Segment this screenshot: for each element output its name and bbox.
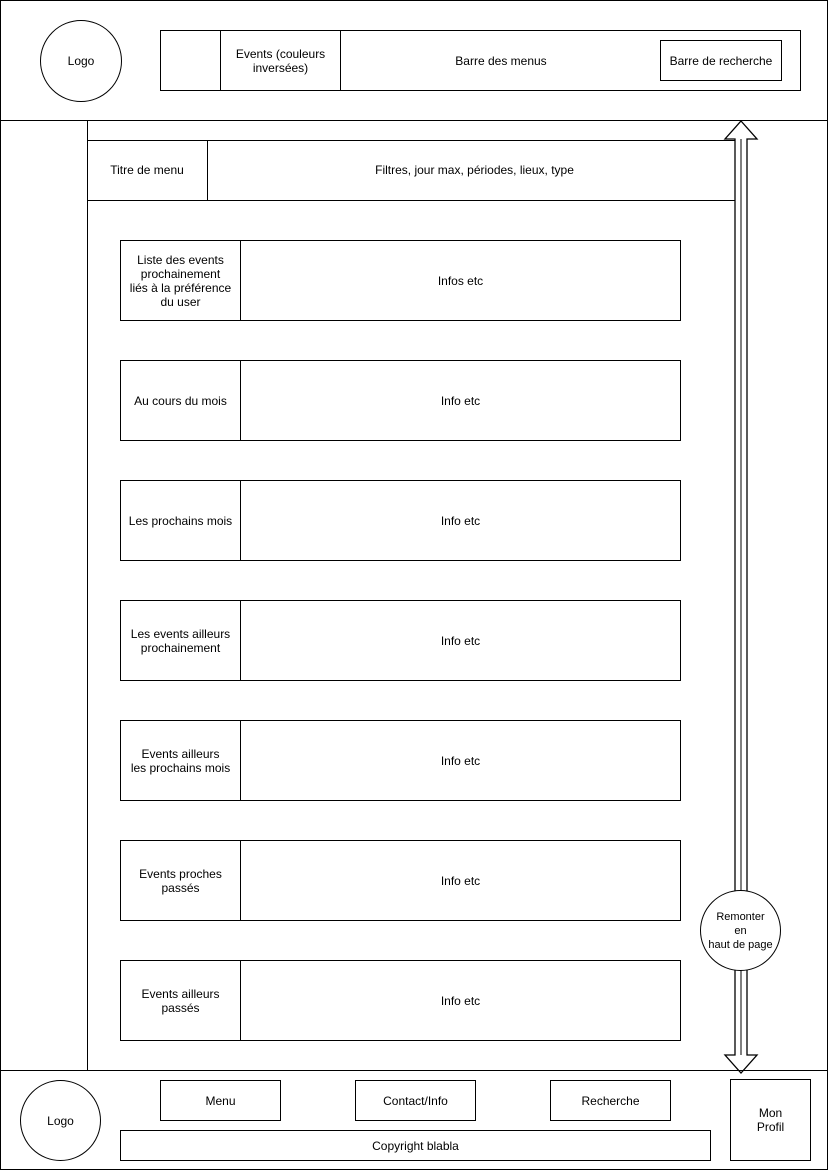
menu-header: Titre de menu Filtres, jour max, période… (87, 140, 741, 201)
section-label: Events proches passés (121, 841, 241, 920)
footer-logo-label: Logo (47, 1113, 74, 1128)
scroll-to-top-button[interactable]: Remonter en haut de page (700, 890, 781, 971)
section-info-text: Info etc (440, 633, 481, 648)
events-tab[interactable]: Events (couleurs inversées) (221, 31, 341, 90)
header-logo-label: Logo (67, 54, 95, 68)
section-label: Liste des events prochainement liés à la… (121, 241, 241, 320)
search-bar-label: Barre de recherche (669, 53, 773, 68)
events-tab-label: Events (couleurs inversées) (235, 46, 326, 75)
header-logo[interactable]: Logo (40, 20, 122, 102)
section-info-text: Info etc (440, 513, 481, 528)
event-section-this-month[interactable]: Au cours du mois Info etc (120, 360, 681, 441)
scroll-to-top-label: Remonter en haut de page (708, 910, 773, 951)
footer-contact-label: Contact/Info (383, 1093, 448, 1108)
section-info: Infos etc (241, 241, 680, 320)
event-section-elsewhere-next-months[interactable]: Events ailleurs les prochains mois Info … (120, 720, 681, 801)
footer-copyright: Copyright blabla (120, 1130, 711, 1161)
footer-search-label: Recherche (581, 1093, 640, 1108)
event-section-upcoming-preference[interactable]: Liste des events prochainement liés à la… (120, 240, 681, 321)
section-label: Au cours du mois (121, 361, 241, 440)
footer-menu-button[interactable]: Menu (160, 1080, 281, 1121)
event-section-elsewhere-upcoming[interactable]: Les events ailleurs prochainement Info e… (120, 600, 681, 681)
section-info-text: Info etc (440, 393, 481, 408)
menus-label: Barre des menus (455, 53, 547, 68)
menu-bar: Events (couleurs inversées) Barre des me… (160, 30, 801, 91)
footer-copyright-label: Copyright blabla (372, 1138, 459, 1153)
footer-menu-label: Menu (205, 1093, 236, 1108)
menus-area[interactable]: Barre des menus (341, 31, 661, 90)
section-label: Les events ailleurs prochainement (121, 601, 241, 680)
footer-search-button[interactable]: Recherche (550, 1080, 671, 1121)
section-info: Info etc (241, 601, 680, 680)
event-section-elsewhere-past[interactable]: Events ailleurs passés Info etc (120, 960, 681, 1041)
section-info: Info etc (241, 721, 680, 800)
section-label: Les prochains mois (121, 481, 241, 560)
filters-cell[interactable]: Filtres, jour max, périodes, lieux, type (208, 140, 741, 200)
menu-title-cell: Titre de menu (87, 140, 208, 200)
menu-title: Titre de menu (110, 163, 184, 177)
footer-profile-button[interactable]: Mon Profil (730, 1079, 811, 1161)
section-label: Events ailleurs les prochains mois (121, 721, 241, 800)
filters-label: Filtres, jour max, périodes, lieux, type (375, 163, 574, 177)
event-section-next-months[interactable]: Les prochains mois Info etc (120, 480, 681, 561)
event-section-nearby-past[interactable]: Events proches passés Info etc (120, 840, 681, 921)
footer-contact-button[interactable]: Contact/Info (355, 1080, 476, 1121)
section-info-text: Info etc (440, 873, 481, 888)
section-info-text: Infos etc (437, 273, 484, 288)
section-info: Info etc (241, 961, 680, 1040)
search-bar[interactable]: Barre de recherche (660, 40, 782, 81)
section-info-text: Info etc (440, 753, 481, 768)
section-info-text: Info etc (440, 993, 481, 1008)
left-margin-line (87, 120, 88, 1071)
menu-bar-blank-cell[interactable] (161, 31, 221, 90)
section-info: Info etc (241, 841, 680, 920)
section-label: Events ailleurs passés (121, 961, 241, 1040)
footer-profile-label: Mon Profil (756, 1106, 785, 1134)
section-info: Info etc (241, 481, 680, 560)
footer-logo[interactable]: Logo (20, 1080, 101, 1161)
section-info: Info etc (241, 361, 680, 440)
